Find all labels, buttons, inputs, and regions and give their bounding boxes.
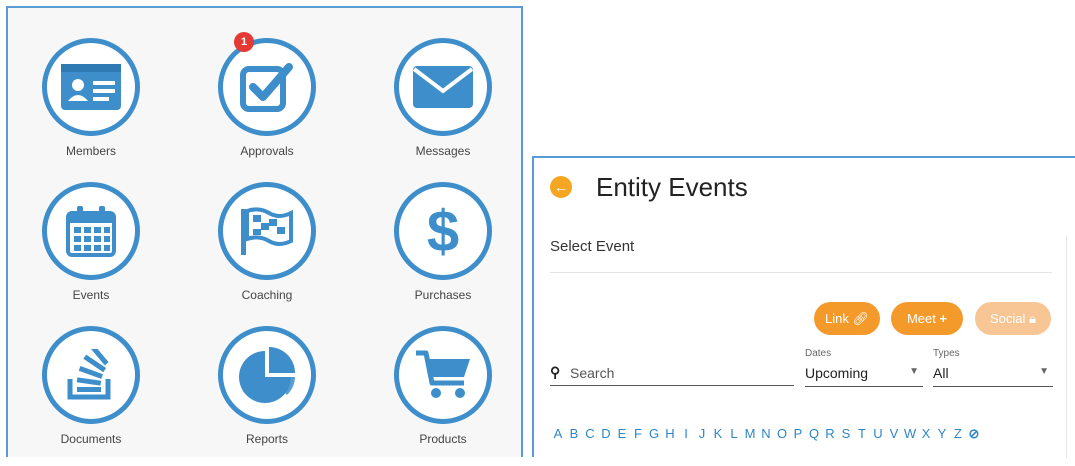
search-icon: ⚲ <box>550 364 561 380</box>
letter-filter[interactable]: W <box>902 426 918 442</box>
dollar-icon: $ <box>427 201 459 261</box>
letter-filter[interactable]: D <box>598 426 614 442</box>
link-button[interactable]: Link 🔗︎ <box>814 302 880 335</box>
link-button-label: Link <box>825 311 849 326</box>
letter-filter[interactable]: Q <box>806 426 822 442</box>
svg-text:$: $ <box>427 201 459 261</box>
meet-button-label: Meet <box>906 311 936 326</box>
products-label: Products <box>419 432 467 446</box>
letter-filter[interactable]: N <box>758 426 774 442</box>
plus-icon: + <box>939 311 948 326</box>
dates-select[interactable]: Dates Upcoming ▼ <box>805 348 923 387</box>
members-tile[interactable]: Members <box>18 38 168 178</box>
letter-filter[interactable]: X <box>918 426 934 442</box>
pie-chart-icon <box>239 347 295 403</box>
letter-filter[interactable]: I <box>678 426 694 442</box>
purchases-button[interactable]: $ <box>394 182 492 280</box>
letter-filter[interactable]: S <box>838 426 854 442</box>
letter-filter[interactable]: H <box>662 426 678 442</box>
letter-filter[interactable]: E <box>614 426 630 442</box>
social-button-label: Social <box>990 311 1026 326</box>
social-button[interactable]: Social 🔒︎ <box>975 302 1051 335</box>
approvals-label: Approvals <box>240 144 294 158</box>
id-card-icon <box>61 64 121 110</box>
letter-filter[interactable]: V <box>886 426 902 442</box>
dates-underline <box>805 386 923 387</box>
reports-label: Reports <box>245 432 289 446</box>
cart-icon <box>416 350 470 398</box>
flag-icon <box>241 207 293 255</box>
letter-filter[interactable]: F <box>630 426 646 442</box>
section-heading: Select Event <box>550 238 635 255</box>
calendar-icon <box>66 206 116 257</box>
reports-tile[interactable]: Reports <box>194 326 344 466</box>
types-value: All <box>933 365 949 381</box>
dates-caption: Dates <box>805 348 832 359</box>
alphabet-filter: A B C D E F G H I J K L M N O P Q R S T … <box>550 426 982 442</box>
letter-filter[interactable]: O <box>774 426 790 442</box>
panel-border <box>1066 236 1067 458</box>
coaching-label: Coaching <box>241 288 293 302</box>
documents-tile[interactable]: Documents <box>18 326 168 466</box>
members-button[interactable] <box>42 38 140 136</box>
letter-filter[interactable]: L <box>726 426 742 442</box>
search-field[interactable]: ⚲ <box>550 363 794 386</box>
letter-filter[interactable]: U <box>870 426 886 442</box>
events-label: Events <box>72 288 110 302</box>
letter-filter[interactable]: M <box>742 426 758 442</box>
letter-filter[interactable]: C <box>582 426 598 442</box>
approvals-button[interactable] <box>218 38 316 136</box>
back-button[interactable]: ← <box>550 176 572 198</box>
letter-filter[interactable]: R <box>822 426 838 442</box>
coaching-tile[interactable]: Coaching <box>194 182 344 322</box>
coaching-button[interactable] <box>218 182 316 280</box>
chevron-down-icon: ▼ <box>1039 366 1049 377</box>
messages-button[interactable] <box>394 38 492 136</box>
approvals-count-badge: 1 <box>234 32 254 52</box>
events-button[interactable] <box>42 182 140 280</box>
divider <box>550 272 1052 273</box>
documents-button[interactable] <box>42 326 140 424</box>
messages-label: Messages <box>415 144 471 158</box>
dates-value: Upcoming <box>805 365 869 381</box>
entity-events-panel: ← Entity Events Select Event Link 🔗︎ Mee… <box>532 156 1075 458</box>
messages-tile[interactable]: Messages <box>370 38 520 178</box>
reports-button[interactable] <box>218 326 316 424</box>
products-tile[interactable]: Products <box>370 326 520 466</box>
meet-button[interactable]: Meet + <box>891 302 963 335</box>
types-caption: Types <box>933 348 960 359</box>
page-title: Entity Events <box>596 172 748 202</box>
types-select[interactable]: Types All ▼ <box>933 348 1053 387</box>
letter-filter[interactable]: J <box>694 426 710 442</box>
dashboard-panel: Members 1 Approvals Messages Events Coac… <box>6 6 523 457</box>
letter-filter[interactable]: Z <box>950 426 966 442</box>
arrow-left-icon: ← <box>554 179 568 195</box>
chevron-down-icon: ▼ <box>909 366 919 377</box>
clear-filter-icon[interactable]: ⊘ <box>966 426 982 442</box>
purchases-label: Purchases <box>414 288 472 302</box>
letter-filter[interactable]: A <box>550 426 566 442</box>
types-underline <box>933 386 1053 387</box>
purchases-tile[interactable]: $ Purchases <box>370 182 520 322</box>
letter-filter[interactable]: G <box>646 426 662 442</box>
lock-icon: 🔒︎ <box>1029 311 1036 326</box>
checkbox-icon <box>240 63 293 112</box>
envelope-icon <box>412 66 474 108</box>
link-icon: 🔗︎ <box>852 311 869 326</box>
events-tile[interactable]: Events <box>18 182 168 322</box>
stack-icon <box>67 349 111 400</box>
search-input[interactable] <box>570 363 788 383</box>
members-label: Members <box>65 144 116 158</box>
letter-filter[interactable]: Y <box>934 426 950 442</box>
letter-filter[interactable]: B <box>566 426 582 442</box>
letter-filter[interactable]: K <box>710 426 726 442</box>
letter-filter[interactable]: P <box>790 426 806 442</box>
documents-label: Documents <box>60 432 122 446</box>
letter-filter[interactable]: T <box>854 426 870 442</box>
products-button[interactable] <box>394 326 492 424</box>
approvals-tile[interactable]: 1 Approvals <box>194 32 344 178</box>
